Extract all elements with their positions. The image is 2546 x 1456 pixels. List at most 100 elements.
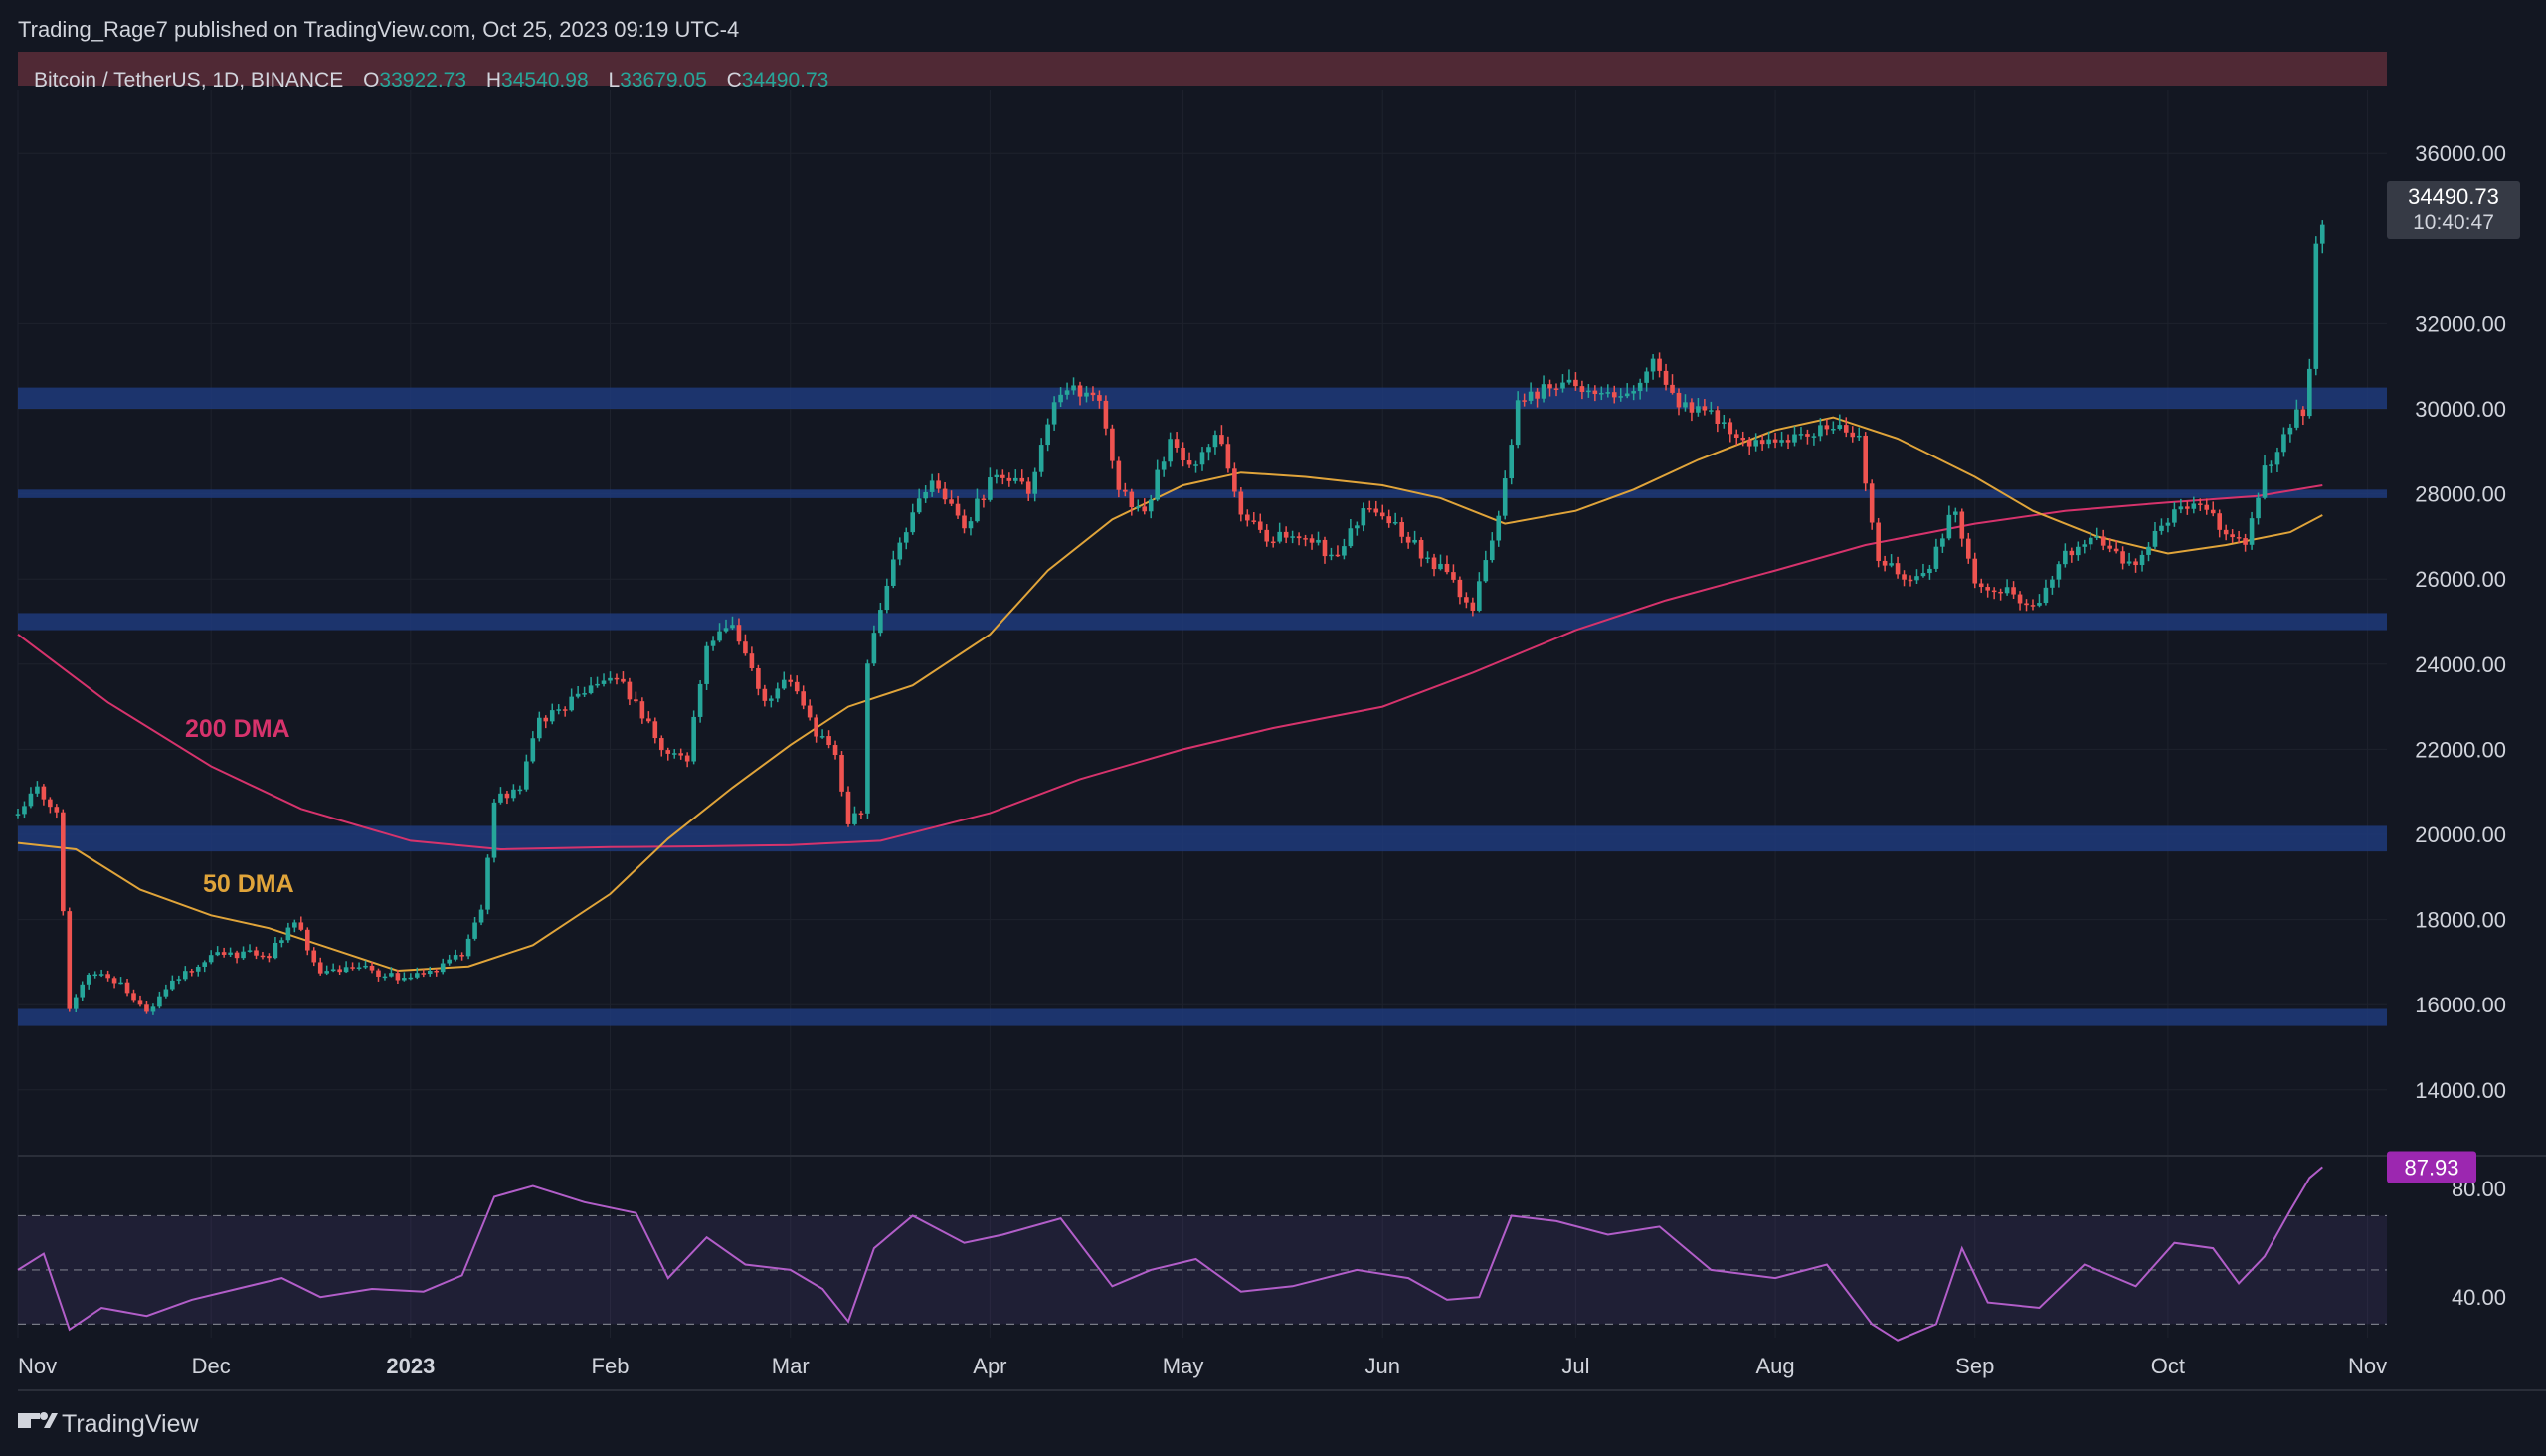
candle-body	[1670, 384, 1675, 393]
price-tick-label[interactable]: 16000.00	[2415, 993, 2506, 1017]
candle-body	[1876, 522, 1881, 561]
candle-body	[1418, 539, 1424, 559]
candle-body	[1837, 425, 1843, 429]
candle-body	[1522, 400, 1527, 402]
candle-body	[131, 993, 136, 1001]
price-tick-label[interactable]: 28000.00	[2415, 482, 2506, 507]
candle-body	[601, 680, 607, 684]
time-tick-label[interactable]: Feb	[592, 1354, 630, 1378]
time-tick-label[interactable]: Nov	[18, 1354, 57, 1378]
candle-body	[1959, 511, 1965, 539]
candle-body	[608, 677, 613, 681]
candle-body	[2281, 434, 2286, 453]
time-tick-label[interactable]: Oct	[2151, 1354, 2185, 1378]
price-tick-label[interactable]: 20000.00	[2415, 822, 2506, 847]
candle-body	[582, 693, 587, 695]
candle-body	[891, 559, 896, 586]
time-tick-label[interactable]: Dec	[192, 1354, 231, 1378]
time-tick-label[interactable]: Aug	[1756, 1354, 1795, 1378]
candle-body	[2243, 538, 2248, 545]
candle-body	[1805, 434, 1810, 437]
price-tick-label[interactable]: 26000.00	[2415, 567, 2506, 592]
candle-body	[1006, 477, 1012, 481]
candle-body	[2165, 522, 2171, 526]
time-tick-label[interactable]: Mar	[772, 1354, 810, 1378]
price-tick-label[interactable]: 30000.00	[2415, 397, 2506, 422]
candle-body	[1361, 508, 1366, 526]
candle-body	[427, 970, 433, 975]
candle-body	[1579, 386, 1585, 392]
price-tick-label[interactable]: 22000.00	[2415, 737, 2506, 762]
rsi-last-value: 87.93	[2404, 1155, 2458, 1180]
candle-body	[260, 955, 266, 958]
candle-body	[1399, 522, 1404, 537]
candle-body	[1303, 538, 1308, 540]
candle-body	[1889, 563, 1894, 566]
candle-body	[517, 789, 523, 792]
candle-body	[2294, 409, 2299, 428]
candle-body	[1161, 461, 1167, 470]
candle-body	[1953, 511, 1958, 515]
candle-body	[1431, 557, 1437, 570]
candle-body	[1103, 400, 1109, 429]
low-value: 33679.05	[620, 69, 707, 91]
candle-body	[1129, 491, 1135, 508]
candle-body	[1869, 483, 1875, 523]
candle-body	[170, 980, 175, 990]
candle-body	[1348, 528, 1354, 547]
candle-body	[1155, 469, 1160, 500]
candle-body	[1199, 452, 1205, 465]
candle-body	[942, 488, 948, 500]
candle-body	[215, 952, 220, 956]
time-tick-label[interactable]: May	[1163, 1354, 1204, 1378]
candle-body	[955, 503, 961, 516]
candle-body	[723, 628, 729, 632]
candle-body	[478, 909, 484, 923]
candle-body	[762, 688, 768, 701]
candle-body	[182, 971, 188, 980]
candle-body	[2043, 587, 2049, 604]
candle-body	[1181, 447, 1185, 461]
candle-body	[1914, 576, 1919, 581]
candle-body	[1290, 536, 1295, 538]
candle-body	[1663, 370, 1669, 385]
candle-body	[1045, 424, 1050, 446]
candle-body	[1753, 440, 1758, 447]
rsi-tick-label[interactable]: 40.00	[2452, 1285, 2506, 1310]
candle-body	[858, 813, 864, 816]
candle-body	[595, 683, 600, 686]
candle-body	[1077, 385, 1083, 397]
candle-body	[2017, 594, 2023, 604]
time-tick-label[interactable]: Nov	[2348, 1354, 2387, 1378]
candle-body	[1772, 439, 1778, 443]
candle-body	[839, 755, 844, 792]
price-tick-label[interactable]: 24000.00	[2415, 652, 2506, 677]
candle-body	[111, 978, 117, 984]
candle-body	[1902, 574, 1907, 580]
time-tick-label[interactable]: Jun	[1364, 1354, 1399, 1378]
candle-body	[1051, 402, 1057, 425]
candle-body	[234, 952, 240, 959]
candle-body	[1696, 406, 1701, 413]
price-tick-label[interactable]: 18000.00	[2415, 908, 2506, 933]
price-tick-label[interactable]: 36000.00	[2415, 141, 2506, 166]
candle-body	[1599, 392, 1604, 395]
price-tick-label[interactable]: 32000.00	[2415, 311, 2506, 336]
candle-body	[2287, 427, 2293, 435]
candle-body	[1438, 563, 1443, 570]
chart-canvas[interactable]: 36000.00 32000.00 30000.00 28000.00 26000.00…	[0, 0, 2546, 1456]
candle-body	[962, 515, 967, 529]
time-tick-label[interactable]: Sep	[1955, 1354, 1994, 1378]
candle-body	[788, 679, 794, 682]
candle-body	[1270, 541, 1276, 544]
candle-body	[1618, 396, 1624, 398]
candle-body	[1920, 573, 1926, 577]
time-tick-label[interactable]: Apr	[973, 1354, 1006, 1378]
price-tick-label[interactable]: 14000.00	[2415, 1078, 2506, 1103]
time-tick-label[interactable]: Jul	[1561, 1354, 1589, 1378]
candle-body	[1811, 436, 1817, 438]
candle-body	[2262, 465, 2268, 498]
time-tick-label[interactable]: 2023	[386, 1354, 435, 1378]
candle-body	[704, 645, 709, 684]
candle-body	[1123, 489, 1128, 492]
